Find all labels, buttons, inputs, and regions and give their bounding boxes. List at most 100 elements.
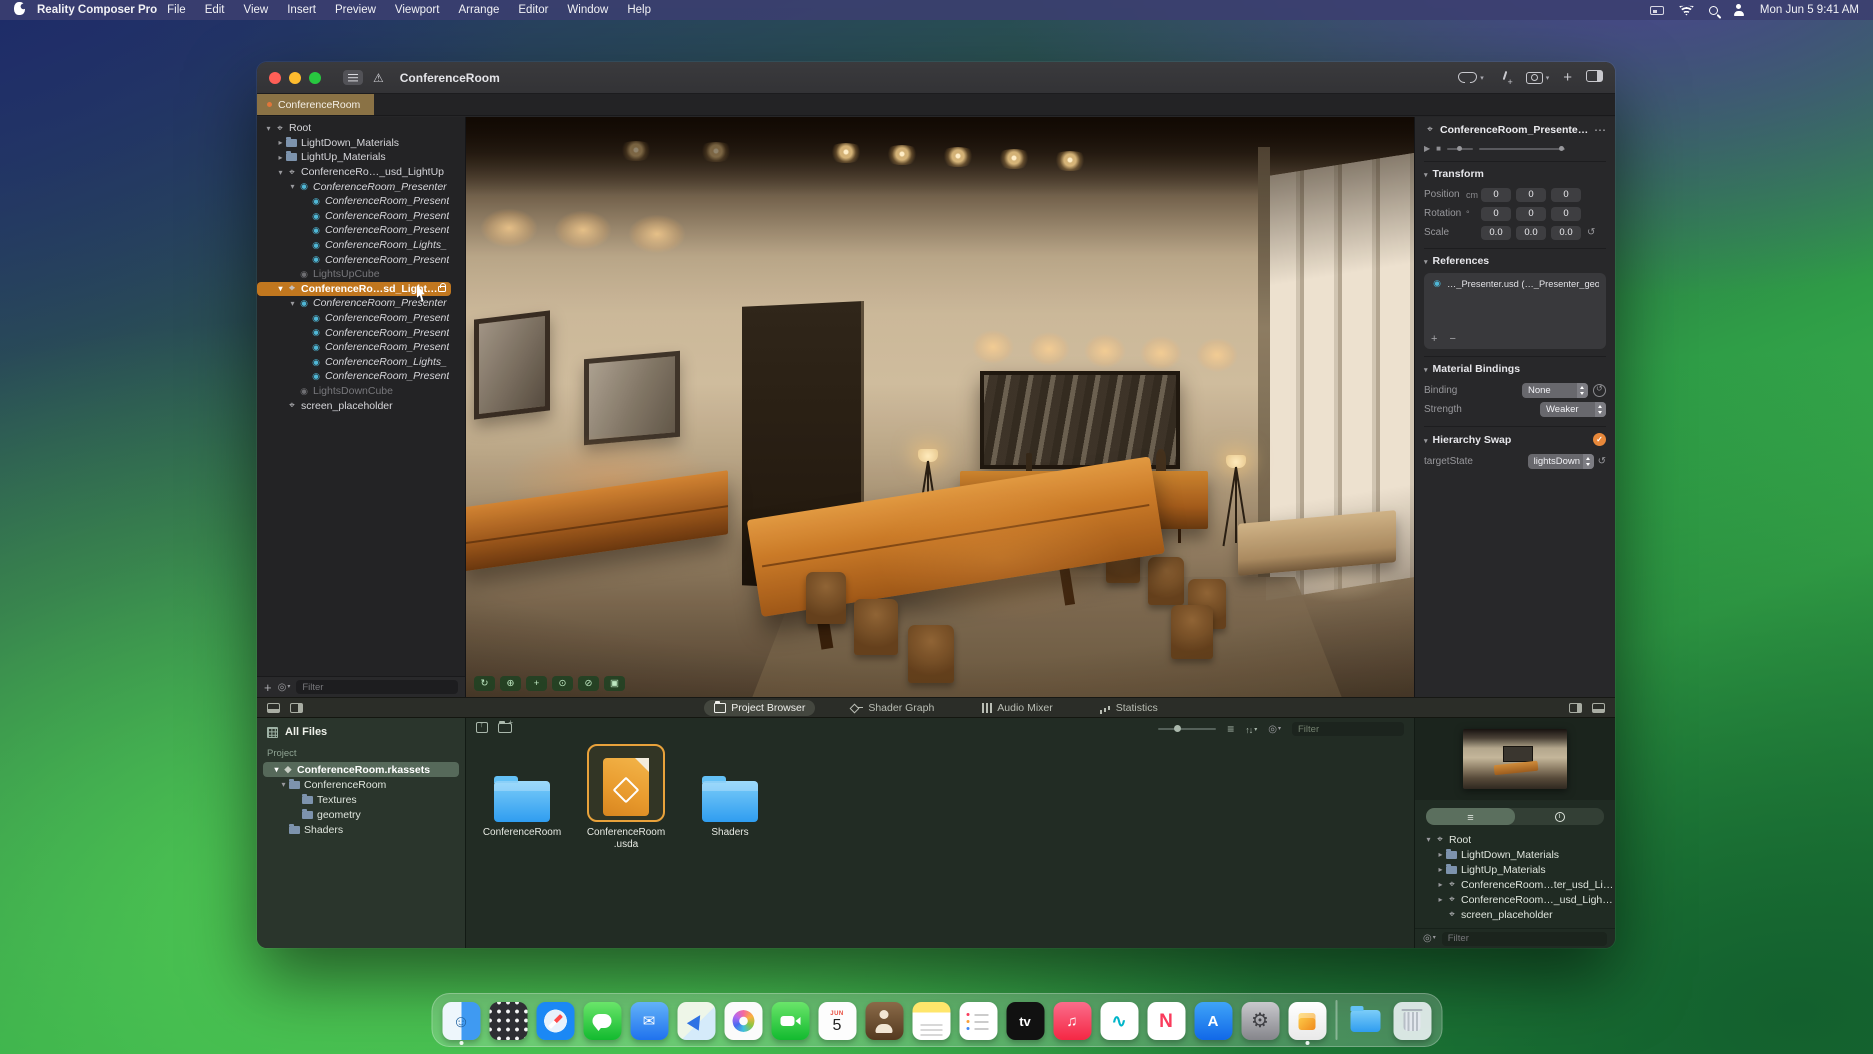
dropdown[interactable]: None: [1522, 383, 1588, 398]
menu-item[interactable]: Edit: [205, 4, 225, 16]
tree-row[interactable]: Shaders: [257, 822, 465, 837]
tree-row[interactable]: ConferenceRoom_Presenter: [257, 179, 465, 194]
tree-row[interactable]: ConferenceRoom_Present: [257, 311, 465, 326]
chevron-down-icon[interactable]: [1424, 363, 1433, 375]
value-field-y[interactable]: 0.0: [1516, 226, 1546, 240]
menu-item[interactable]: Viewport: [395, 4, 440, 16]
scene-filter-input[interactable]: [296, 680, 458, 694]
bottom-panel-toggle-icon[interactable]: [267, 703, 280, 713]
chevron-icon[interactable]: [275, 153, 286, 162]
play-icon[interactable]: [1424, 143, 1430, 154]
chevron-icon[interactable]: [275, 284, 286, 293]
menu-item[interactable]: View: [244, 4, 269, 16]
dock-launchpad[interactable]: [489, 1002, 527, 1040]
playback-slider-large[interactable]: [1479, 148, 1565, 150]
dock-maps[interactable]: [677, 1002, 715, 1040]
hierarchy-view-segment[interactable]: [1426, 808, 1515, 825]
dock-reminders[interactable]: [959, 1002, 997, 1040]
value-field-z[interactable]: 0.0: [1551, 226, 1581, 240]
tree-row[interactable]: ConferenceRoom_Lights_: [257, 355, 465, 370]
new-folder-button[interactable]: [498, 720, 512, 738]
dock-calendar[interactable]: JUN 5: [818, 1002, 856, 1040]
stepper-icon[interactable]: [1595, 402, 1606, 417]
tree-row[interactable]: ConferenceRoom: [257, 777, 465, 792]
info-view-segment[interactable]: i: [1515, 808, 1604, 825]
close-button[interactable]: [269, 72, 281, 84]
tree-row[interactable]: ConferenceRoom_Present: [257, 369, 465, 384]
dock-downloads[interactable]: [1346, 1002, 1384, 1040]
menu-item[interactable]: File: [167, 4, 186, 16]
tree-row[interactable]: screen_placeholder: [257, 398, 465, 413]
chevron-icon[interactable]: [271, 765, 282, 774]
reset-icon[interactable]: [1598, 456, 1606, 467]
bottom-tab[interactable]: Statistics: [1089, 700, 1168, 716]
chevron-icon[interactable]: [1435, 865, 1446, 874]
pointer-tool-button[interactable]: [1498, 71, 1512, 84]
stop-icon[interactable]: [1436, 143, 1441, 154]
warning-icon[interactable]: [373, 69, 384, 87]
file-item[interactable]: ConferenceRoom .usda: [582, 750, 670, 850]
frame-button[interactable]: [552, 676, 573, 691]
tree-row[interactable]: Root: [1415, 832, 1615, 847]
tree-row[interactable]: ConferenceRoom_Present: [257, 194, 465, 209]
tree-row[interactable]: LightsDownCube: [257, 384, 465, 399]
capture-button[interactable]: ▾: [1526, 72, 1550, 84]
menu-item[interactable]: Preview: [335, 4, 376, 16]
tree-row[interactable]: ConferenceRoom…_usd_LightDown: [1415, 892, 1615, 907]
document-tab[interactable]: ConferenceRoom: [257, 94, 374, 115]
dock-separator[interactable]: [1335, 1000, 1337, 1040]
chevron-icon[interactable]: [287, 299, 298, 308]
stepper-icon[interactable]: [1583, 454, 1594, 469]
dock-notes[interactable]: [912, 1002, 950, 1040]
reference-item[interactable]: …_Presenter.usd (…_Presenter_geo): [1431, 279, 1599, 289]
dock-messages[interactable]: [583, 1002, 621, 1040]
wifi-icon[interactable]: [1679, 5, 1694, 16]
more-icon[interactable]: [1594, 123, 1606, 137]
zoom-button[interactable]: [309, 72, 321, 84]
dropdown[interactable]: Weaker: [1540, 402, 1606, 417]
dock-music[interactable]: ♫: [1053, 1002, 1091, 1040]
filter-icon[interactable]: ◎: [1423, 933, 1436, 944]
dock-appstore[interactable]: A: [1194, 1002, 1232, 1040]
tree-row[interactable]: geometry: [257, 807, 465, 822]
tree-row[interactable]: LightDown_Materials: [257, 136, 465, 151]
app-menu[interactable]: Reality Composer Pro: [37, 4, 157, 16]
dock-news[interactable]: N: [1147, 1002, 1185, 1040]
add-entity-button[interactable]: +: [264, 681, 272, 694]
dock-photos[interactable]: [724, 1002, 762, 1040]
menu-item[interactable]: Help: [627, 4, 651, 16]
playback-slider-small[interactable]: [1447, 148, 1473, 150]
reset-icon[interactable]: [1587, 227, 1595, 238]
dock-trash[interactable]: [1393, 1002, 1431, 1040]
bottom-tab[interactable]: Shader Graph: [841, 700, 944, 716]
window-titlebar[interactable]: ConferenceRoom ▾ ▾ +: [257, 62, 1615, 94]
tree-row[interactable]: ConferenceRoom_Present: [257, 340, 465, 355]
dropdown[interactable]: lightsDown: [1528, 454, 1594, 469]
tree-row[interactable]: ConferenceRoom.rkassets: [263, 762, 459, 777]
tree-row[interactable]: LightUp_Materials: [257, 150, 465, 165]
tree-row[interactable]: ConferenceRoom_Present: [257, 325, 465, 340]
magnify-button[interactable]: [578, 676, 599, 691]
value-field-x[interactable]: 0: [1481, 207, 1511, 221]
value-field-y[interactable]: 0: [1516, 188, 1546, 202]
dock-safari[interactable]: [536, 1002, 574, 1040]
minimize-button[interactable]: [289, 72, 301, 84]
chevron-icon[interactable]: [278, 780, 289, 789]
chevron-down-icon[interactable]: [1424, 168, 1433, 180]
value-field-x[interactable]: 0: [1481, 188, 1511, 202]
add-reference-button[interactable]: +: [1431, 333, 1437, 345]
dock-freeform[interactable]: ∿: [1100, 1002, 1138, 1040]
viewport-3d[interactable]: [466, 117, 1414, 697]
tree-row[interactable]: screen_placeholder: [1415, 907, 1615, 922]
bottom-tab[interactable]: Audio Mixer: [970, 700, 1062, 716]
preview-device-button[interactable]: ▾: [1458, 72, 1484, 83]
dock-mail[interactable]: ✉: [630, 1002, 668, 1040]
chevron-icon[interactable]: [275, 138, 286, 147]
camera-button[interactable]: [604, 676, 625, 691]
file-item[interactable]: ConferenceRoom: [478, 750, 566, 839]
add-button[interactable]: +: [1563, 70, 1572, 85]
chevron-down-icon[interactable]: [1424, 255, 1433, 267]
menu-clock[interactable]: Mon Jun 5 9:41 AM: [1760, 4, 1859, 16]
chevron-down-icon[interactable]: [1424, 434, 1433, 446]
chevron-icon[interactable]: [275, 168, 286, 177]
